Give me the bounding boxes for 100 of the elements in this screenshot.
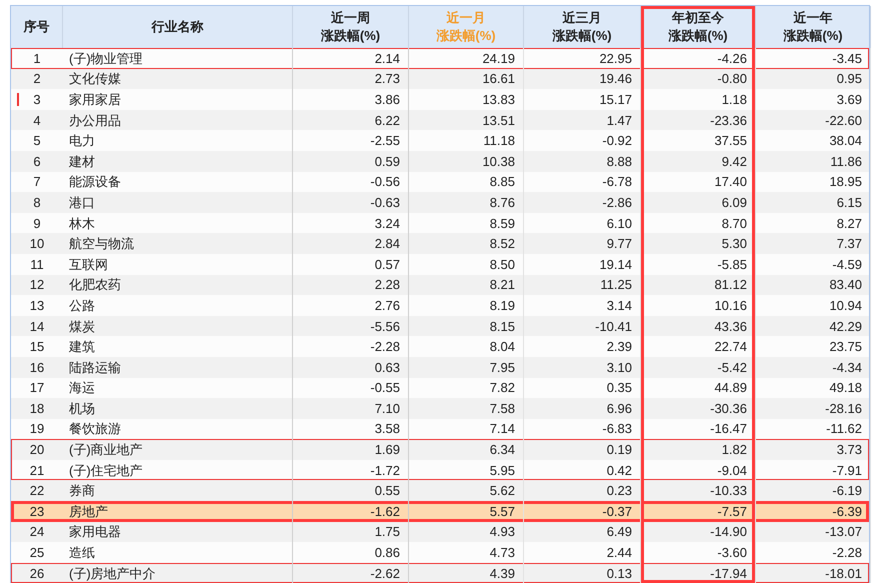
table-cell: 22.74: [714, 340, 747, 354]
table-row[interactable]: 9 林木 3.24 8.59 6.10 8.70 8.27: [11, 212, 869, 234]
table-cell: -0.92: [602, 134, 632, 148]
table-row[interactable]: 20 (子)商业地产 1.69 6.34 0.19 1.82 3.73: [11, 439, 869, 460]
table-row[interactable]: 17 海运 -0.55 7.82 0.35 44.89 49.18: [11, 378, 869, 398]
table-row[interactable]: 19 餐饮旅游 3.58 7.14 -6.83 -16.47 -11.62: [11, 418, 869, 440]
table-cell: 23: [30, 504, 44, 518]
table-cell: 4.93: [490, 525, 515, 538]
table-cell: 8.88: [606, 154, 632, 168]
table-cell: 11.25: [600, 278, 632, 292]
table-cell: 18.95: [829, 175, 862, 188]
table-cell: 18: [30, 402, 44, 415]
table-cell: 8.76: [490, 196, 515, 209]
table-cell: 5.62: [490, 484, 515, 498]
table-cell: 9.77: [606, 237, 632, 250]
table-row[interactable]: 1 (子)物业管理 2.14 24.19 22.95 -4.26 -3.45: [11, 48, 869, 69]
table-cell: -2.62: [370, 566, 400, 580]
table-cell: 3.24: [374, 216, 400, 230]
table-cell: 互联网: [69, 258, 108, 271]
table-cell: 19.46: [599, 72, 632, 86]
table-cell: -0.56: [370, 175, 400, 188]
table-cell: 1.47: [606, 114, 632, 127]
table-cell: 11.18: [483, 134, 515, 148]
table-row[interactable]: 24 家用电器 1.75 4.93 6.49 -14.90 -13.07: [11, 522, 869, 542]
table-cell: 8.50: [490, 258, 515, 271]
table-cell: 8.59: [490, 216, 515, 230]
table-row[interactable]: 14 煤炭 -5.56 8.15 -10.41 43.36 42.29: [11, 316, 869, 336]
table-cell: 机场: [69, 402, 95, 415]
table-cell: -0.63: [370, 196, 400, 209]
table-cell: -28.16: [825, 402, 862, 415]
table-cell: 15.17: [599, 92, 632, 106]
table-row[interactable]: 16 陆路运输 0.63 7.95 3.10 -5.42 -4.34: [11, 356, 869, 378]
table-cell: -17.94: [710, 566, 747, 580]
table-cell: 8.21: [490, 278, 515, 292]
table-cell: 1.82: [722, 443, 747, 456]
table-cell: -7.57: [717, 504, 747, 518]
table-cell: -2.28: [832, 546, 862, 560]
table-cell: -13.07: [825, 525, 862, 538]
table-cell: -5.85: [717, 258, 747, 271]
table-cell: 港口: [69, 196, 95, 209]
table-cell: -4.26: [717, 52, 747, 65]
table-cell: 49.18: [829, 381, 862, 394]
table-row[interactable]: 12 化肥农药 2.28 8.21 11.25 81.12 83.40: [11, 274, 869, 296]
table-cell: 3.14: [606, 298, 632, 312]
table-row[interactable]: 7 能源设备 -0.56 8.85 -6.78 17.40 18.95: [11, 172, 869, 192]
table-cell: 24.19: [482, 52, 515, 65]
table-cell: 25: [30, 546, 44, 560]
table-cell: 8.15: [490, 320, 515, 333]
table-cell: 家用电器: [69, 525, 121, 538]
table-row[interactable]: 22 券商 0.55 5.62 0.23 -10.33 -6.19: [11, 480, 869, 502]
table-cell: 6.49: [606, 525, 632, 538]
table-row[interactable]: 10 航空与物流 2.84 8.52 9.77 5.30 7.37: [11, 233, 869, 254]
table-cell: -11.62: [826, 422, 862, 436]
table-cell: 券商: [69, 484, 95, 498]
table-cell: 1.75: [374, 525, 400, 538]
table-cell: -22.60: [825, 114, 862, 127]
table-row[interactable]: 23 房地产 -1.62 5.57 -0.37 -7.57 -6.39: [11, 501, 869, 522]
table-cell: 6.22: [374, 114, 400, 127]
table-cell: 12: [30, 278, 44, 292]
table-cell: 0.13: [606, 566, 632, 580]
table-cell: 2.76: [374, 298, 400, 312]
table-cell: 0.23: [606, 484, 632, 498]
table-cell: 0.55: [374, 484, 400, 498]
table-row[interactable]: 4 办公用品 6.22 13.51 1.47 -23.36 -22.60: [11, 110, 869, 130]
table-row[interactable]: 21 (子)住宅地产 -1.72 5.95 0.42 -9.04 -7.91: [11, 460, 869, 480]
table-cell: 14: [30, 320, 44, 333]
table-row[interactable]: 6 建材 0.59 10.38 8.88 9.42 11.86: [11, 150, 869, 172]
table-cell: 2.44: [606, 546, 632, 560]
table-cell: 16.61: [482, 72, 515, 86]
table-cell: 2.14: [374, 52, 400, 65]
table-cell: 7.58: [490, 402, 515, 415]
table-cell: 3.86: [374, 92, 400, 106]
table-cell: -2.28: [370, 340, 400, 354]
table-row[interactable]: 2 文化传媒 2.73 16.61 19.46 -0.80 0.95: [11, 68, 869, 90]
table-row[interactable]: 8 港口 -0.63 8.76 -2.86 6.09 6.15: [11, 192, 869, 213]
table-cell: 0.35: [606, 381, 632, 394]
table-cell: 7.37: [836, 237, 862, 250]
table-cell: 7.10: [374, 402, 400, 415]
table-cell: 24: [30, 525, 44, 538]
table-cell: 化肥农药: [69, 278, 121, 292]
table-cell: 3.69: [836, 92, 862, 106]
table-cell: 9: [33, 216, 41, 230]
table-cell: 38.04: [829, 134, 862, 148]
table-cell: -1.72: [370, 464, 400, 477]
table-cell: 0.95: [836, 72, 862, 86]
table-cell: 5.95: [490, 464, 515, 477]
table-cell: 陆路运输: [69, 360, 121, 374]
table-cell: 8.70: [722, 216, 747, 230]
column-header[interactable]: 年初至今 涨跌幅(%): [641, 6, 756, 48]
table-cell: 建材: [69, 154, 95, 168]
table-cell: 1.69: [374, 443, 400, 456]
table-cell: 造纸: [69, 546, 95, 560]
table-cell: 8.04: [490, 340, 515, 354]
table-cell: 42.29: [829, 320, 862, 333]
table-row[interactable]: 18 机场 7.10 7.58 6.96 -30.36 -28.16: [11, 398, 869, 419]
table-cell: 航空与物流: [69, 237, 134, 250]
table-row[interactable]: 26 (子)房地产中介 -2.62 4.39 0.13 -17.94 -18.01: [11, 562, 869, 583]
table-cell: -6.83: [602, 422, 632, 436]
table-cell: 6.34: [490, 443, 515, 456]
table-cell: 8.27: [836, 216, 862, 230]
